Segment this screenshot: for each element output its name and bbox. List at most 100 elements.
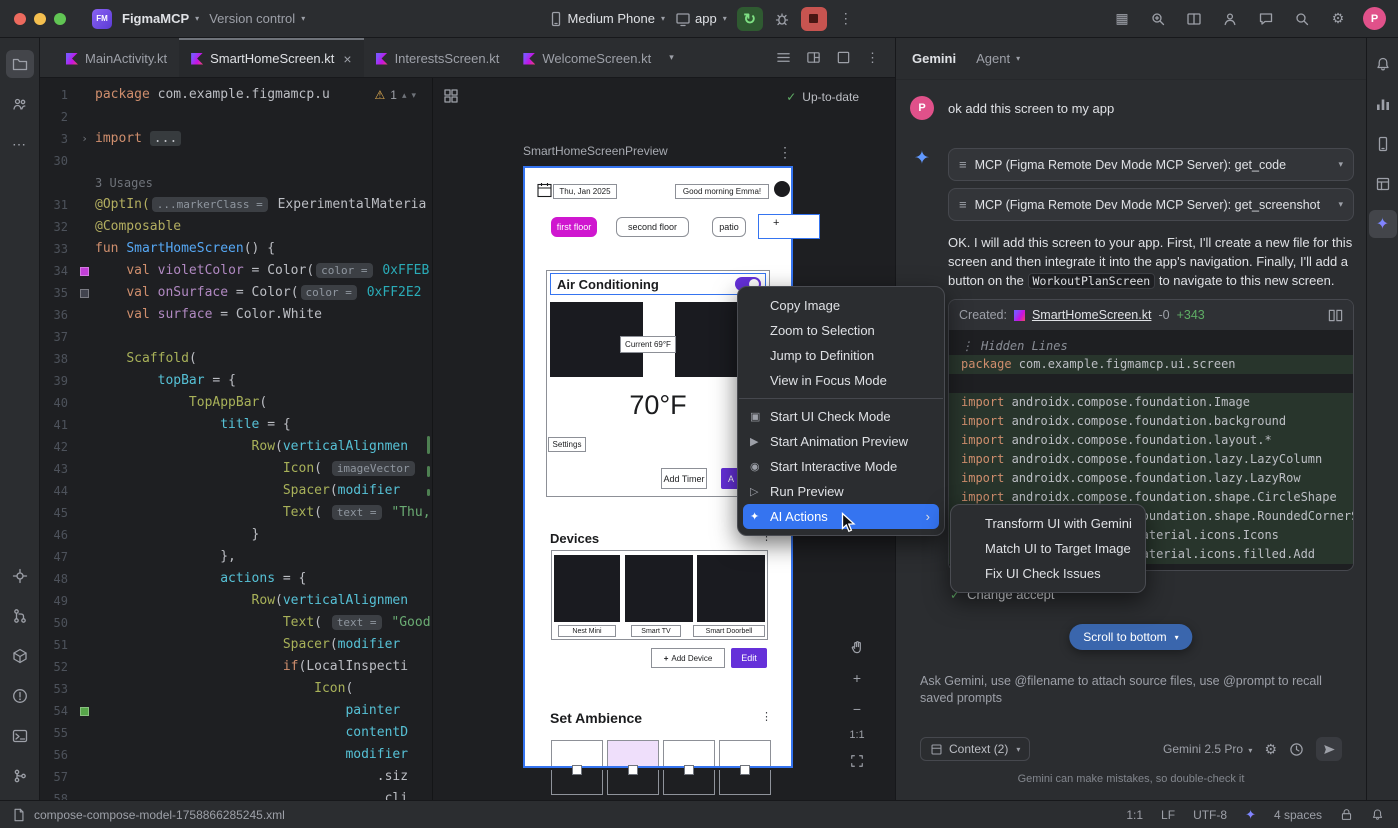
preview-grid-icon[interactable] bbox=[443, 88, 459, 104]
profiler-tool-button[interactable] bbox=[1369, 90, 1397, 118]
ambience-card[interactable] bbox=[719, 740, 771, 766]
ambience-card[interactable] bbox=[663, 740, 715, 766]
code-line[interactable]: 33fun SmartHomeScreen() { bbox=[40, 238, 432, 260]
selection-handle[interactable] bbox=[758, 214, 820, 239]
code-line[interactable]: 3 Usages bbox=[40, 172, 432, 194]
zoom-to-fit-button[interactable] bbox=[846, 750, 868, 772]
status-file-path[interactable]: compose-compose-model-1758866285245.xml bbox=[34, 808, 285, 822]
version-control-tool-button[interactable] bbox=[6, 762, 34, 790]
debug-button[interactable] bbox=[769, 7, 795, 31]
code-line[interactable]: 58 .cli bbox=[40, 788, 432, 800]
created-file-link[interactable]: SmartHomeScreen.kt bbox=[1032, 308, 1151, 322]
expand-chevron-icon[interactable]: ▾ bbox=[1338, 199, 1343, 210]
notifications-button[interactable] bbox=[1369, 50, 1397, 78]
resource-manager-button[interactable] bbox=[6, 90, 34, 118]
code-line[interactable]: 53 Icon( bbox=[40, 678, 432, 700]
caret-position[interactable]: 1:1 bbox=[1126, 808, 1143, 822]
line-ending[interactable]: LF bbox=[1161, 808, 1175, 822]
tab-welcomescreen-kt[interactable]: WelcomeScreen.kt bbox=[511, 38, 663, 77]
code-line[interactable]: 49 Row(verticalAlignmen bbox=[40, 590, 432, 612]
stop-button[interactable] bbox=[801, 7, 827, 31]
context-chip[interactable]: Context (2) ▾ bbox=[920, 737, 1030, 761]
device-mirroring-icon[interactable] bbox=[1145, 7, 1171, 31]
settings-icon[interactable]: ⚙ bbox=[1325, 7, 1351, 31]
device-manager-tool-button[interactable] bbox=[1369, 130, 1397, 158]
send-button[interactable] bbox=[1316, 737, 1342, 761]
menu-item-run-preview[interactable]: ▷Run Preview bbox=[743, 479, 939, 504]
device-card[interactable] bbox=[697, 555, 765, 622]
running-devices-tool-button[interactable] bbox=[1369, 170, 1397, 198]
code-line[interactable]: 39 topBar = { bbox=[40, 370, 432, 392]
split-right-icon[interactable] bbox=[806, 50, 821, 65]
code-line[interactable]: 2 bbox=[40, 106, 432, 128]
code-line[interactable]: 46 } bbox=[40, 524, 432, 546]
ai-chat-icon[interactable] bbox=[1253, 7, 1279, 31]
commit-tool-button[interactable] bbox=[6, 562, 34, 590]
tool-windows-icon[interactable]: ▦ bbox=[1109, 7, 1135, 31]
file-encoding[interactable]: UTF-8 bbox=[1193, 808, 1227, 822]
profile-share-icon[interactable] bbox=[1217, 7, 1243, 31]
gemini-tool-button[interactable]: ✦ bbox=[1369, 210, 1397, 238]
menu-item-jump-to-definition[interactable]: Jump to Definition bbox=[743, 343, 939, 368]
add-timer-button[interactable]: Add Timer bbox=[661, 468, 707, 489]
tab-agent[interactable]: Agent▾ bbox=[976, 51, 1020, 66]
code-line[interactable]: 57 .siz bbox=[40, 766, 432, 788]
code-line[interactable]: 50 Text( text = "Good bbox=[40, 612, 432, 634]
tool-call-card[interactable]: ≡MCP (Figma Remote Dev Mode MCP Server):… bbox=[948, 148, 1354, 181]
open-diff-icon[interactable] bbox=[1328, 308, 1343, 323]
pull-requests-tool-button[interactable] bbox=[6, 602, 34, 630]
code-line[interactable]: 40 TopAppBar( bbox=[40, 392, 432, 414]
tab-smarthomescreen-kt[interactable]: SmartHomeScreen.kt× bbox=[179, 38, 363, 77]
gemini-settings-icon[interactable]: ⚙ bbox=[1264, 741, 1277, 758]
vcs-widget[interactable]: Version control ▾ bbox=[209, 11, 305, 26]
rerun-button[interactable]: ↻ bbox=[737, 7, 763, 31]
window-icon[interactable] bbox=[836, 50, 851, 65]
history-icon[interactable] bbox=[1289, 742, 1304, 757]
pan-tool-button[interactable] bbox=[846, 636, 868, 658]
minimize-window-icon[interactable] bbox=[34, 13, 46, 25]
more-run-actions-button[interactable]: ⋮ bbox=[833, 7, 859, 31]
ambience-more-icon[interactable]: ⋮ bbox=[761, 710, 772, 723]
device-card[interactable] bbox=[625, 555, 693, 622]
prompt-input[interactable]: Ask Gemini, use @filename to attach sour… bbox=[920, 673, 1342, 707]
code-line[interactable]: 55 contentD bbox=[40, 722, 432, 744]
user-avatar[interactable]: P bbox=[1363, 7, 1386, 30]
submenu-item-transform-ui-with-gemini[interactable]: Transform UI with Gemini bbox=[956, 511, 1140, 536]
code-line[interactable]: 41 title = { bbox=[40, 414, 432, 436]
menu-icon[interactable] bbox=[776, 50, 791, 65]
tool-call-card[interactable]: ≡MCP (Figma Remote Dev Mode MCP Server):… bbox=[948, 188, 1354, 221]
code-line[interactable]: 42 Row(verticalAlignmen bbox=[40, 436, 432, 458]
problems-tool-button[interactable] bbox=[6, 682, 34, 710]
close-tab-icon[interactable]: × bbox=[343, 51, 351, 67]
bell-icon[interactable] bbox=[1371, 808, 1384, 821]
code-editor[interactable]: 1package com.example.figmamcp.u23›import… bbox=[40, 78, 432, 800]
zoom-in-button[interactable]: + bbox=[846, 667, 868, 689]
search-everywhere-icon[interactable] bbox=[1289, 7, 1315, 31]
tab-gemini[interactable]: Gemini bbox=[912, 51, 956, 66]
code-line[interactable]: 34 val violetColor = Color(color = 0xFFE… bbox=[40, 260, 432, 282]
code-line[interactable]: 36 val surface = Color.White bbox=[40, 304, 432, 326]
menu-item-start-ui-check-mode[interactable]: ▣Start UI Check Mode bbox=[743, 404, 939, 429]
submenu-item-fix-ui-check-issues[interactable]: Fix UI Check Issues bbox=[956, 561, 1140, 586]
code-line[interactable]: 47 }, bbox=[40, 546, 432, 568]
next-problem-icon[interactable]: ▾ bbox=[411, 90, 416, 101]
close-window-icon[interactable] bbox=[14, 13, 26, 25]
menu-item-copy-image[interactable]: Copy Image bbox=[743, 293, 939, 318]
indent-setting[interactable]: 4 spaces bbox=[1274, 808, 1322, 822]
lock-icon[interactable] bbox=[1340, 808, 1353, 821]
ambience-card[interactable] bbox=[551, 740, 603, 766]
code-line[interactable]: 37 bbox=[40, 326, 432, 348]
ambience-card[interactable] bbox=[607, 740, 659, 766]
code-line[interactable]: 30 bbox=[40, 150, 432, 172]
preview-more-icon[interactable]: ⋮ bbox=[778, 144, 793, 161]
code-line[interactable]: 56 modifier bbox=[40, 744, 432, 766]
menu-item-start-animation-preview[interactable]: ▶Start Animation Preview bbox=[743, 429, 939, 454]
code-line[interactable]: 52 if(LocalInspecti bbox=[40, 656, 432, 678]
gemini-status-icon[interactable]: ✦ bbox=[1245, 807, 1256, 823]
run-configuration-selector[interactable]: app ▾ bbox=[675, 11, 727, 27]
inspections-widget[interactable]: ⚠ 1 ▴ ▾ bbox=[370, 88, 420, 102]
code-line[interactable]: 31@OptIn(...markerClass = ExperimentalMa… bbox=[40, 194, 432, 216]
menu-item-view-in-focus-mode[interactable]: View in Focus Mode bbox=[743, 368, 939, 393]
prev-problem-icon[interactable]: ▴ bbox=[402, 90, 407, 101]
code-line[interactable]: 38 Scaffold( bbox=[40, 348, 432, 370]
